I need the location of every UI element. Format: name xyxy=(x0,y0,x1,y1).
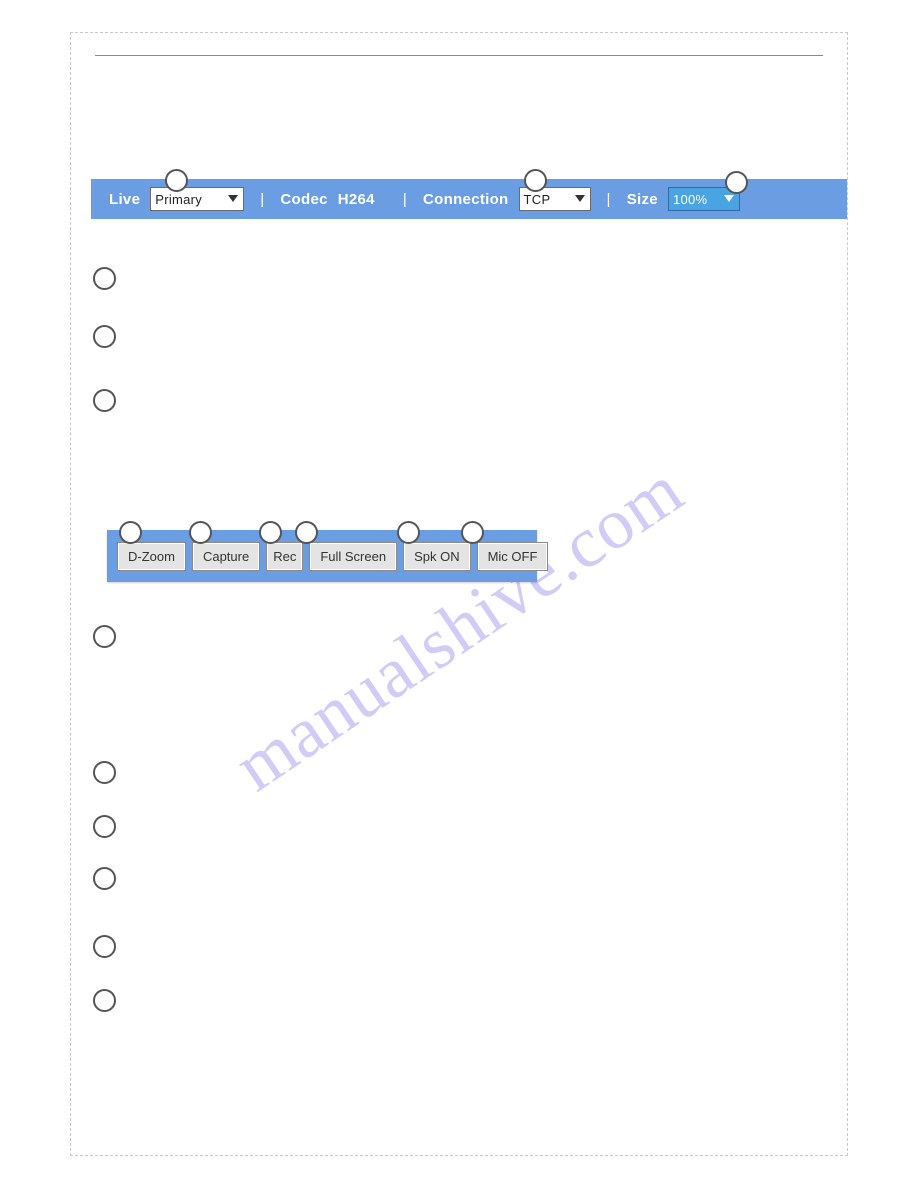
callout-marker xyxy=(93,935,116,958)
watermark-text: manualshive.com xyxy=(220,448,698,808)
size-label: Size xyxy=(627,191,658,208)
page: manualshive.com Live Primary | Codec H26… xyxy=(0,0,918,1188)
live-stream-select-value: Primary xyxy=(155,192,202,207)
callout-marker xyxy=(93,389,116,412)
page-inner-frame: manualshive.com Live Primary | Codec H26… xyxy=(70,32,848,1156)
callout-marker xyxy=(93,325,116,348)
fullscreen-button[interactable]: Full Screen xyxy=(309,542,397,571)
live-stream-select[interactable]: Primary xyxy=(150,187,244,211)
separator: | xyxy=(607,191,611,208)
callout-marker xyxy=(397,521,420,544)
callout-marker xyxy=(93,267,116,290)
chevron-down-icon xyxy=(225,191,241,207)
callout-marker xyxy=(93,867,116,890)
callout-marker xyxy=(725,171,748,194)
connection-select-value: TCP xyxy=(524,192,551,207)
callout-marker xyxy=(189,521,212,544)
rec-button[interactable]: Rec xyxy=(266,542,303,571)
callout-marker xyxy=(93,625,116,648)
callout-marker xyxy=(461,521,484,544)
callout-marker xyxy=(93,815,116,838)
separator: | xyxy=(260,191,264,208)
speaker-button[interactable]: Spk ON xyxy=(403,542,471,571)
callout-marker xyxy=(93,761,116,784)
codec-label: Codec xyxy=(280,191,327,208)
callout-marker xyxy=(524,169,547,192)
callout-marker xyxy=(295,521,318,544)
top-rule xyxy=(95,55,823,56)
dzoom-button[interactable]: D-Zoom xyxy=(117,542,186,571)
live-label: Live xyxy=(109,191,140,208)
separator: | xyxy=(403,191,407,208)
callout-marker xyxy=(93,989,116,1012)
connection-label: Connection xyxy=(423,191,509,208)
capture-button[interactable]: Capture xyxy=(192,542,260,571)
codec-value: H264 xyxy=(338,191,375,208)
size-select-value: 100% xyxy=(673,192,707,207)
mic-button[interactable]: Mic OFF xyxy=(477,542,549,571)
chevron-down-icon xyxy=(572,191,588,207)
callout-marker xyxy=(259,521,282,544)
callout-marker xyxy=(165,169,188,192)
callout-marker xyxy=(119,521,142,544)
